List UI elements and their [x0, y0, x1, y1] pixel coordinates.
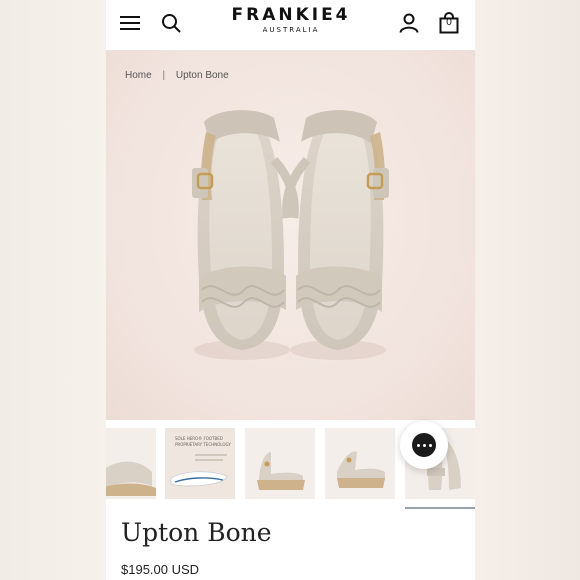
thumbnail-2[interactable]: SOLE HERO® FOOTBED PROPRIETARY TECHNOLOG… [165, 428, 235, 499]
bag-count: 0 [446, 17, 452, 28]
mobile-page: FRANKIE4 AUSTRALIA 0 Home | Upton Bone S… [106, 0, 475, 580]
active-thumbnail-indicator [405, 507, 475, 509]
left-sandal [192, 110, 299, 350]
thumbnail-3[interactable] [245, 428, 315, 499]
thumbnail-1[interactable] [106, 428, 156, 499]
background-left [0, 0, 106, 580]
brand-name: FRANKIE4 [231, 5, 351, 25]
thumbnail-4[interactable] [325, 428, 395, 499]
product-price: $195.00 USD [121, 562, 200, 577]
chat-button[interactable] [400, 421, 448, 469]
account-icon[interactable] [392, 6, 426, 40]
sandal-pair-illustration [192, 110, 389, 360]
brand-logo[interactable]: FRANKIE4 AUSTRALIA [216, 5, 366, 34]
shopping-bag-icon[interactable]: 0 [432, 6, 466, 40]
footbed-subheading: PROPRIETARY TECHNOLOGY [175, 442, 231, 447]
chat-icon [412, 433, 436, 457]
right-sandal [282, 110, 389, 350]
footbed-heading: SOLE HERO® FOOTBED [175, 436, 223, 441]
menu-icon[interactable] [113, 6, 147, 40]
site-header: FRANKIE4 AUSTRALIA 0 [106, 0, 475, 50]
search-icon[interactable] [154, 6, 188, 40]
background-right [475, 0, 580, 580]
product-hero-image[interactable]: Home | Upton Bone [106, 50, 475, 420]
product-title: Upton Bone [121, 518, 272, 547]
brand-subtitle: AUSTRALIA [262, 26, 320, 34]
